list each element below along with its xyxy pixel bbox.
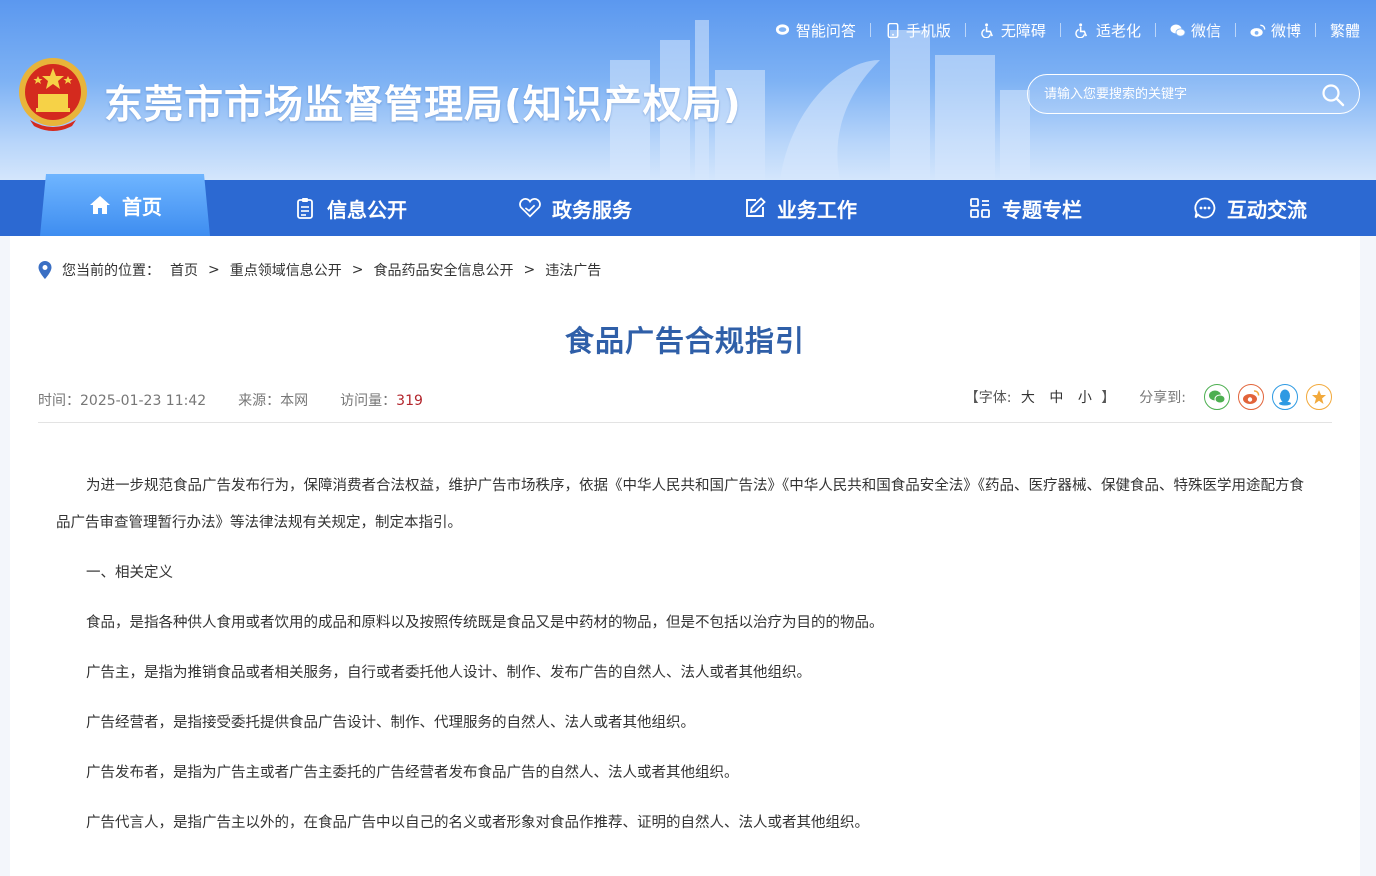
article-paragraph: 为进一步规范食品广告发布行为，保障消费者合法权益，维护广告市场秩序，依据《中华人… xyxy=(56,478,1304,531)
breadcrumb-label: 您当前的位置： xyxy=(62,263,160,279)
breadcrumb-key-areas[interactable]: 重点领域信息公开 xyxy=(230,260,342,280)
toplink-label: 微博 xyxy=(1270,21,1301,40)
article-paragraph: 广告代言人，是指广告主以外的，在食品广告中以自己的名义或者形象对食品作推荐、证明… xyxy=(86,815,869,831)
national-emblem-icon xyxy=(19,58,87,131)
search-icon[interactable] xyxy=(1321,83,1345,107)
article-paragraph: 食品，是指各种供人食用或者饮用的成品和原料以及按照传统既是食品又是中药材的物品，… xyxy=(86,615,884,631)
breadcrumb-separator: > xyxy=(523,262,536,278)
nav-item-home[interactable]: 首页 xyxy=(40,174,210,236)
font-size-label: 【字体: xyxy=(964,390,1012,406)
wheelchair-icon xyxy=(980,22,996,38)
nav-item-label: 政务服务 xyxy=(552,197,632,222)
font-size-medium[interactable]: 中 xyxy=(1049,390,1063,406)
nav-item-info-disclosure[interactable]: 信息公开 xyxy=(270,180,430,236)
toplink-label: 手机版 xyxy=(905,21,951,40)
nav-item-gov-services[interactable]: 政务服务 xyxy=(495,180,655,236)
nav-item-label: 互动交流 xyxy=(1227,197,1307,222)
article-section-heading: 一、相关定义 xyxy=(86,565,173,581)
weibo-icon xyxy=(1250,22,1266,38)
share-label: 分享到: xyxy=(1139,390,1186,406)
top-links-bar: 智能问答 手机版 无障碍 适老化 微信 微博 繁體 xyxy=(761,18,1360,42)
breadcrumb-food-drug-safety[interactable]: 食品药品安全信息公开 xyxy=(373,260,513,280)
search-input[interactable] xyxy=(1042,83,1312,105)
toplink-label: 繁體 xyxy=(1329,21,1360,40)
home-icon xyxy=(88,193,112,217)
nav-item-interaction[interactable]: 互动交流 xyxy=(1170,180,1330,236)
nav-item-label: 专题专栏 xyxy=(1002,197,1082,222)
toplink-weibo[interactable]: 微博 xyxy=(1236,20,1315,41)
publish-time: 时间：2025-01-23 11:42 xyxy=(38,390,206,410)
search-box xyxy=(1027,74,1360,114)
toplink-accessibility[interactable]: 无障碍 xyxy=(966,20,1060,41)
site-header: 东莞市市场监督管理局(知识产权局) 智能问答 手机版 无障碍 适老化 微信 微博… xyxy=(0,0,1376,180)
main-nav: 首页 信息公开 政务服务 业务工作 专题专栏 互动交流 xyxy=(0,180,1376,236)
visits-label: 访问量： xyxy=(340,393,397,409)
article-meta: 时间：2025-01-23 11:42 来源：本网 访问量：319 【字体: 大… xyxy=(38,384,1332,412)
wechat-icon xyxy=(1170,22,1186,38)
font-size-large[interactable]: 大 xyxy=(1021,390,1035,406)
toplink-wechat[interactable]: 微信 xyxy=(1156,20,1235,41)
edit-icon xyxy=(743,196,767,220)
time-label: 时间： xyxy=(38,393,80,409)
breadcrumb: 您当前的位置： 首页 > 重点领域信息公开 > 食品药品安全信息公开 > 违法广… xyxy=(38,260,601,280)
article-paragraph: 广告主，是指为推销食品或者相关服务，自行或者委托他人设计、制作、发布广告的自然人… xyxy=(86,665,811,681)
location-pin-icon xyxy=(38,261,52,279)
toplink-label: 无障碍 xyxy=(1000,21,1046,40)
wechat-icon xyxy=(1209,390,1226,404)
breadcrumb-home[interactable]: 首页 xyxy=(170,260,198,280)
nav-item-label: 首页 xyxy=(122,194,162,219)
nav-item-label: 业务工作 xyxy=(777,197,857,222)
toplink-elderly-mode[interactable]: 适老化 xyxy=(1061,20,1155,41)
nav-item-label: 信息公开 xyxy=(327,197,407,222)
toplink-mobile[interactable]: 手机版 xyxy=(871,20,965,41)
article-paragraph: 广告发布者，是指为广告主或者广告主委托的广告经营者发布食品广告的自然人、法人或者… xyxy=(86,765,739,781)
breadcrumb-separator: > xyxy=(351,262,364,278)
meta-divider xyxy=(38,422,1332,423)
star-icon xyxy=(1312,390,1326,404)
source-label: 来源： xyxy=(238,393,281,409)
font-size-bracket: 】 xyxy=(1101,390,1116,406)
time-value: 2025-01-23 11:42 xyxy=(80,393,207,409)
weibo-icon xyxy=(1243,390,1260,404)
elderly-icon xyxy=(1075,22,1091,38)
qq-penguin-icon xyxy=(1279,389,1291,405)
share-wechat-button[interactable] xyxy=(1204,384,1230,410)
toplink-label: 适老化 xyxy=(1095,21,1141,40)
site-title[interactable]: 东莞市市场监督管理局(知识产权局) xyxy=(104,74,742,130)
share-qq-button[interactable] xyxy=(1272,384,1298,410)
clipboard-icon xyxy=(293,196,317,220)
article-paragraph: 广告经营者，是指接受委托提供食品广告设计、制作、代理服务的自然人、法人或者其他组… xyxy=(86,715,695,731)
breadcrumb-separator: > xyxy=(208,262,220,278)
font-size-switcher: 【字体: 大 中 小 】 xyxy=(965,387,1116,407)
article-title: 食品广告合规指引 xyxy=(564,324,805,358)
share-favorite-button[interactable] xyxy=(1306,384,1332,410)
chat-bubble-icon xyxy=(775,22,791,38)
breadcrumb-illegal-ads[interactable]: 违法广告 xyxy=(545,260,601,280)
nav-item-business-work[interactable]: 业务工作 xyxy=(720,180,880,236)
mobile-icon xyxy=(885,22,901,38)
heart-handshake-icon xyxy=(518,196,542,220)
article-source: 来源：本网 xyxy=(238,390,308,410)
nav-item-special-topics[interactable]: 专题专栏 xyxy=(945,180,1105,236)
font-size-small[interactable]: 小 xyxy=(1078,390,1092,406)
toplink-label: 智能问答 xyxy=(795,21,856,40)
chat-dots-icon xyxy=(1193,196,1217,220)
share-weibo-button[interactable] xyxy=(1238,384,1264,410)
grid-icon xyxy=(968,196,992,220)
toplink-smart-qa[interactable]: 智能问答 xyxy=(761,20,870,41)
toplink-label: 微信 xyxy=(1190,21,1221,40)
visit-count: 访问量：319 xyxy=(340,390,423,410)
visits-value: 319 xyxy=(396,393,423,409)
article-container: 您当前的位置： 首页 > 重点领域信息公开 > 食品药品安全信息公开 > 违法广… xyxy=(10,236,1360,876)
article-body: 为进一步规范食品广告发布行为，保障消费者合法权益，维护广告市场秩序，依据《中华人… xyxy=(56,468,1314,855)
toplink-traditional-chinese[interactable]: 繁體 xyxy=(1316,20,1360,41)
source-value: 本网 xyxy=(280,393,309,409)
